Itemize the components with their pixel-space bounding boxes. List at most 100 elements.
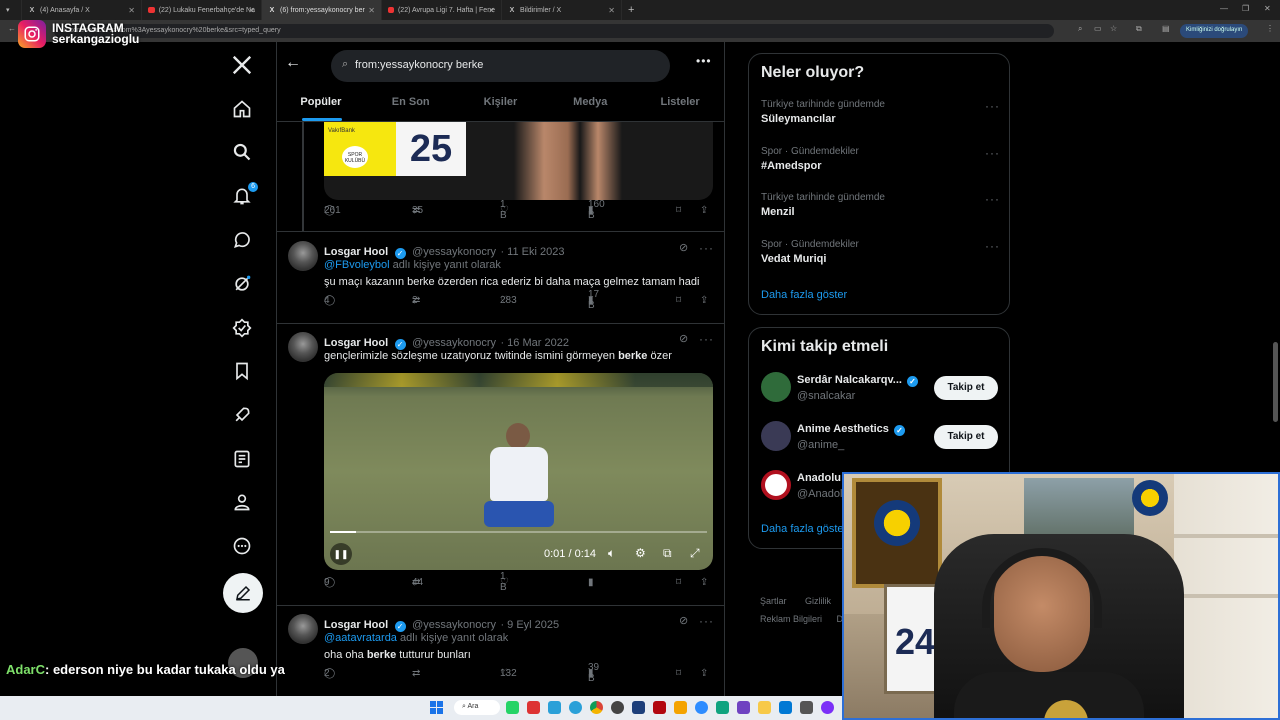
- author-name[interactable]: Losgar Hool: [324, 337, 388, 349]
- close-tab-icon[interactable]: ✕: [488, 6, 495, 15]
- close-tab-icon[interactable]: ✕: [128, 6, 135, 15]
- author-name[interactable]: Losgar Hool: [324, 246, 388, 258]
- close-tab-icon[interactable]: ✕: [248, 6, 255, 15]
- volume-icon[interactable]: 🔈︎: [608, 546, 615, 561]
- app-icon[interactable]: [632, 701, 645, 714]
- trends-show-more-link[interactable]: Daha fazla göster: [761, 289, 847, 301]
- cast-icon[interactable]: ▭: [1094, 24, 1102, 33]
- bookmark-star-icon[interactable]: ☆: [1110, 24, 1117, 33]
- url-field[interactable]: x.com/search?q=from%3Ayessaykonocry%20be…: [54, 24, 1054, 38]
- lists-icon[interactable]: [230, 447, 254, 471]
- close-tab-icon[interactable]: ✕: [368, 6, 375, 15]
- app-icon[interactable]: [737, 701, 750, 714]
- rocket-icon[interactable]: [230, 403, 254, 427]
- home-icon[interactable]: [230, 97, 254, 121]
- close-tab-icon[interactable]: ✕: [608, 6, 615, 15]
- windows-start-icon[interactable]: [430, 701, 443, 714]
- identity-verify-pill[interactable]: Kimliğinizi doğrulayın: [1180, 24, 1249, 38]
- app-icon[interactable]: [716, 701, 729, 714]
- page-scrollbar[interactable]: [1273, 342, 1278, 422]
- new-tab-button[interactable]: +: [622, 0, 646, 20]
- avatar[interactable]: [761, 372, 791, 402]
- grok-explain-icon[interactable]: ⊘: [679, 241, 688, 254]
- verified-orgs-icon[interactable]: [230, 316, 254, 340]
- video-progress-track[interactable]: [330, 531, 707, 533]
- tweet-more-icon[interactable]: ···: [699, 614, 714, 628]
- trend-more-icon[interactable]: ···: [985, 192, 1000, 206]
- trend-item[interactable]: #Amedspor: [761, 160, 822, 172]
- author-handle[interactable]: @yessaykonocry: [412, 246, 496, 258]
- zoom-icon[interactable]: ⌕: [1078, 24, 1082, 34]
- extensions-icon[interactable]: ⧉: [1136, 24, 1142, 34]
- app-icon[interactable]: [653, 701, 666, 714]
- footer-link[interactable]: Şartlar: [760, 596, 787, 606]
- trend-item[interactable]: Süleymancılar: [761, 113, 836, 125]
- browser-tab[interactable]: ▾: [0, 0, 22, 20]
- browser-tab[interactable]: (22) Avrupa Ligi 7. Hafta | Fene ✕: [382, 0, 502, 20]
- search-icon[interactable]: [230, 140, 254, 164]
- avatar[interactable]: [761, 421, 791, 451]
- follow-button[interactable]: Takip et: [934, 376, 998, 400]
- tweet-more-icon[interactable]: ···: [699, 241, 714, 255]
- grok-explain-icon[interactable]: ⊘: [679, 332, 688, 345]
- app-icon[interactable]: [779, 701, 792, 714]
- tab-media[interactable]: Medya: [545, 86, 635, 121]
- app-icon[interactable]: [548, 701, 561, 714]
- browser-tab[interactable]: X (4) Anasayfa / X ✕: [22, 0, 142, 20]
- fullscreen-icon[interactable]: ⤢: [690, 546, 700, 561]
- trend-more-icon[interactable]: ···: [985, 146, 1000, 160]
- x-logo-icon[interactable]: [230, 53, 254, 77]
- author-name[interactable]: Losgar Hool: [324, 619, 388, 631]
- app-icon[interactable]: [527, 701, 540, 714]
- tweet-more-icon[interactable]: ···: [699, 332, 714, 346]
- compose-post-button[interactable]: [223, 573, 263, 613]
- back-arrow-icon[interactable]: ←: [8, 24, 16, 33]
- avatar[interactable]: [761, 470, 791, 500]
- browser-tab-active[interactable]: X (6) from:yessaykonocry ber ✕: [262, 0, 382, 20]
- profile-icon[interactable]: [230, 490, 254, 514]
- app-icon[interactable]: [695, 701, 708, 714]
- tweet-date[interactable]: · 11 Eki 2023: [500, 246, 564, 258]
- footer-link[interactable]: Gizlilik: [805, 596, 831, 606]
- close-window-icon[interactable]: ✕: [1264, 4, 1271, 13]
- pause-button[interactable]: ❚❚: [330, 543, 352, 565]
- avatar[interactable]: [288, 241, 318, 271]
- search-options-icon[interactable]: •••: [696, 54, 712, 68]
- avatar[interactable]: [288, 614, 318, 644]
- back-button[interactable]: ←: [285, 54, 301, 72]
- browser-menu-icon[interactable]: ⋮: [1266, 24, 1274, 33]
- chrome-icon[interactable]: [590, 701, 603, 714]
- app-icon[interactable]: [611, 701, 624, 714]
- app-icon[interactable]: [674, 701, 687, 714]
- reply-to-link[interactable]: @FBvoleybol: [324, 259, 390, 271]
- pip-icon[interactable]: ⧉: [663, 546, 672, 561]
- grok-icon[interactable]: [230, 272, 254, 296]
- video-player[interactable]: ❚❚ 0:01 / 0:14 🔈︎ ⚙ ⧉ ⤢: [324, 373, 713, 570]
- app-icon[interactable]: [569, 701, 582, 714]
- settings-gear-icon[interactable]: ⚙: [635, 546, 646, 560]
- app-icon[interactable]: [506, 701, 519, 714]
- tweet-date[interactable]: · 16 Mar 2022: [500, 337, 568, 349]
- reply-to-link[interactable]: @aatavratarda: [324, 632, 397, 644]
- trend-more-icon[interactable]: ···: [985, 99, 1000, 113]
- sidebar-icon[interactable]: ▤: [1162, 24, 1170, 33]
- browser-tab[interactable]: (22) Lukaku Fenerbahçe'de Na ✕: [142, 0, 262, 20]
- follow-show-more-link[interactable]: Daha fazla göste: [761, 523, 844, 535]
- tab-people[interactable]: Kişiler: [456, 86, 546, 121]
- avatar[interactable]: [288, 332, 318, 362]
- tab-latest[interactable]: En Son: [366, 86, 456, 121]
- browser-tab[interactable]: X Bildirimler / X ✕: [502, 0, 622, 20]
- minimize-icon[interactable]: —: [1220, 4, 1228, 13]
- grok-explain-icon[interactable]: ⊘: [679, 614, 688, 627]
- app-icon[interactable]: [821, 701, 834, 714]
- tab-popular[interactable]: Popüler: [276, 86, 366, 121]
- trend-item[interactable]: Vedat Muriqi: [761, 253, 826, 265]
- follow-suggestion-name[interactable]: Anime Aesthetics ✓: [797, 423, 907, 436]
- restore-icon[interactable]: ❐: [1242, 4, 1249, 13]
- trend-item[interactable]: Menzil: [761, 206, 795, 218]
- trend-more-icon[interactable]: ···: [985, 239, 1000, 253]
- follow-suggestion-name[interactable]: Serdâr Nalcakarqv... ✓: [797, 374, 920, 387]
- search-input[interactable]: ⌕ from:yessaykonocry berke: [331, 50, 670, 82]
- tab-lists[interactable]: Listeler: [635, 86, 725, 121]
- follow-button[interactable]: Takip et: [934, 425, 998, 449]
